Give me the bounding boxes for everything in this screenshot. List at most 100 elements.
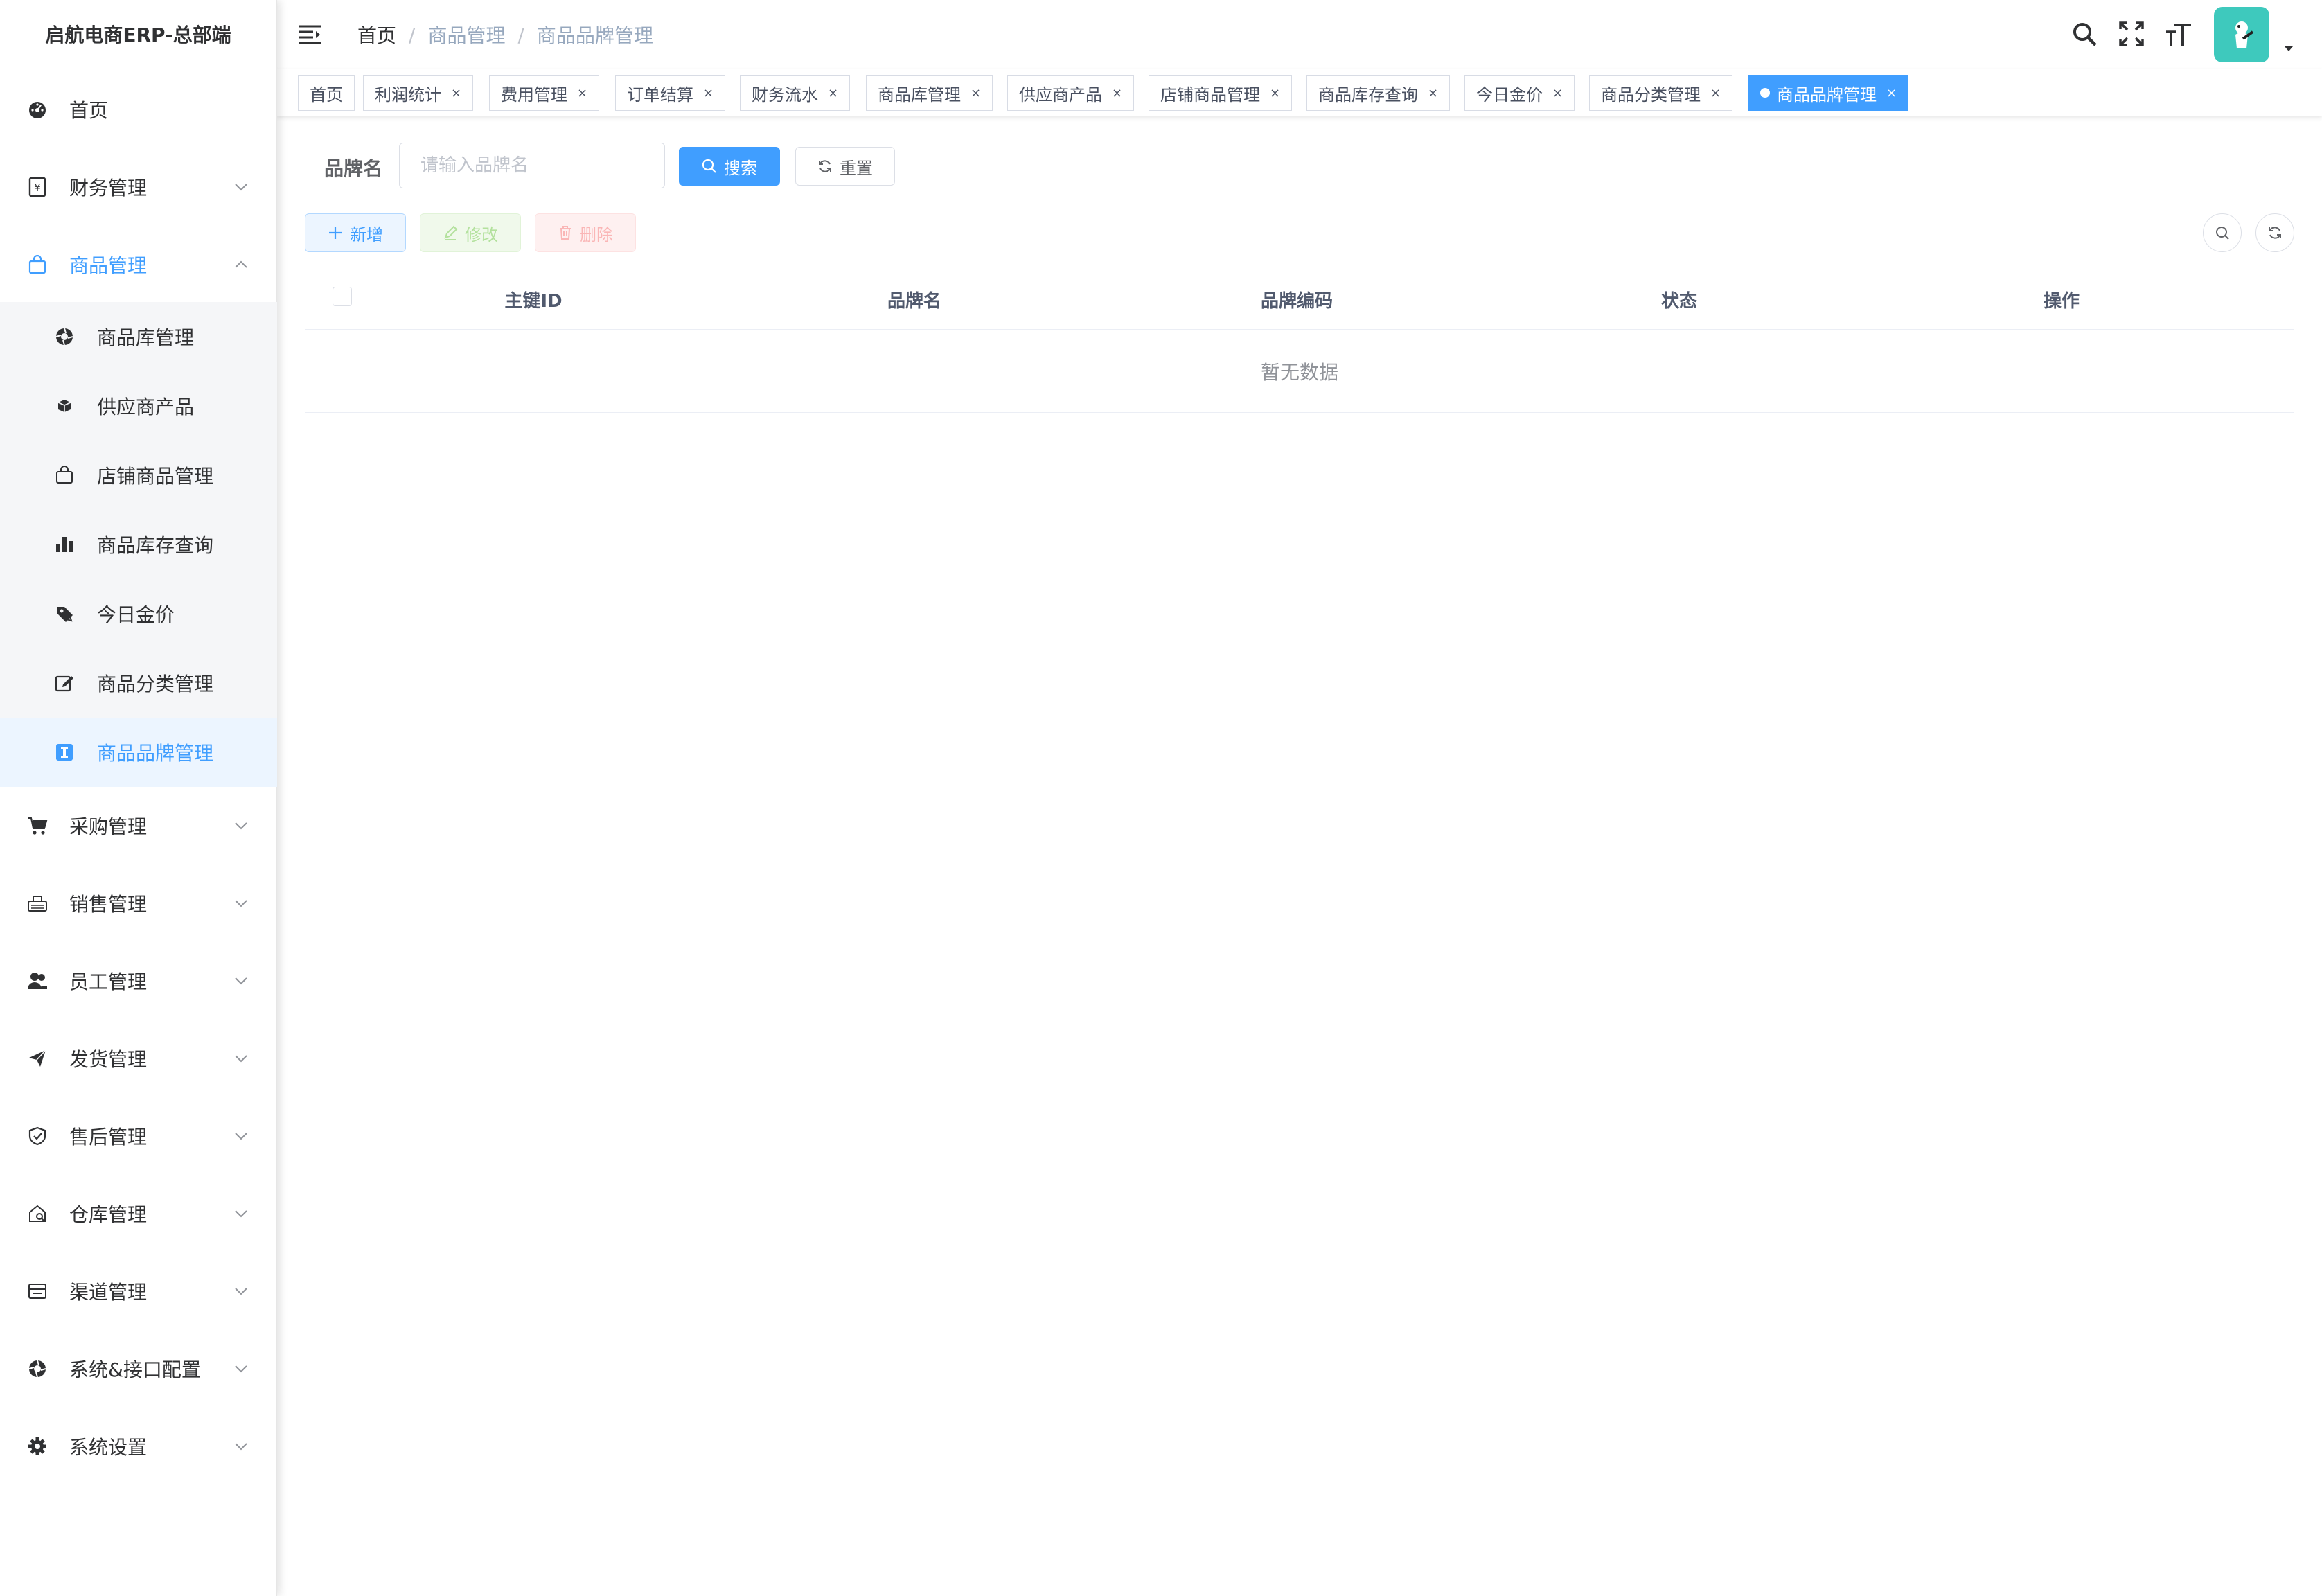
add-button[interactable]: 新增 [305, 213, 406, 252]
submenu-item-brand[interactable]: 商品品牌管理 [0, 718, 277, 787]
tag-label: 首页 [310, 85, 343, 105]
breadcrumb-home[interactable]: 首页 [357, 21, 396, 48]
close-icon[interactable]: × [1428, 86, 1438, 100]
menu-label: 商品管理 [69, 254, 148, 277]
svg-text:¥: ¥ [34, 181, 41, 194]
tag-goods-library[interactable]: 商品库管理 × [866, 75, 993, 111]
tag-label: 今日金价 [1476, 85, 1543, 105]
tag-label: 供应商产品 [1019, 85, 1102, 105]
menu-label: 员工管理 [69, 970, 148, 993]
menu-label: 渠道管理 [69, 1281, 148, 1304]
submenu-item-shop-goods[interactable]: 店铺商品管理 [0, 441, 277, 510]
menu-item-system-api[interactable]: 系统&接口配置 [0, 1330, 277, 1408]
brand-table: 主键ID 品牌名 品牌编码 状态 操作 暂无数据 [305, 269, 2294, 413]
submenu-item-stock-query[interactable]: 商品库存查询 [0, 510, 277, 579]
tag-label: 商品品牌管理 [1777, 85, 1877, 105]
tag-label: 订单结算 [627, 85, 693, 105]
dashboard-icon [26, 98, 48, 121]
close-icon[interactable]: × [703, 86, 714, 100]
tag-category[interactable]: 商品分类管理 × [1589, 75, 1733, 111]
top-navbar: 首页 / 商品管理 / 商品品牌管理 [277, 0, 2322, 69]
menu-label: 发货管理 [69, 1048, 148, 1071]
menu-item-purchase[interactable]: 采购管理 [0, 787, 277, 864]
menu-item-shipping[interactable]: 发货管理 [0, 1020, 277, 1097]
users-icon [26, 970, 48, 992]
close-icon[interactable]: × [1552, 86, 1563, 100]
menu-item-staff[interactable]: 员工管理 [0, 942, 277, 1020]
submenu-label: 商品库存查询 [97, 534, 214, 557]
edit-button[interactable]: 修改 [420, 213, 521, 252]
menu-item-goods[interactable]: 商品管理 [0, 226, 277, 303]
delete-button[interactable]: 删除 [535, 213, 636, 252]
close-icon[interactable]: × [1112, 86, 1122, 100]
column-header-status: 状态 [1660, 290, 1697, 312]
tag-label: 商品分类管理 [1601, 85, 1701, 105]
close-icon[interactable]: × [451, 86, 461, 100]
tag-expense[interactable]: 费用管理 × [489, 75, 600, 111]
menu-item-finance[interactable]: ¥ 财务管理 [0, 148, 277, 226]
edit-icon [54, 673, 75, 693]
close-icon[interactable]: × [1710, 86, 1721, 100]
chevron-down-icon [233, 973, 249, 989]
active-dot-icon [1760, 88, 1770, 98]
close-icon[interactable]: × [971, 86, 981, 100]
breadcrumb-current: 商品品牌管理 [536, 24, 653, 47]
tag-label: 财务流水 [752, 85, 818, 105]
column-header-code: 品牌编码 [1260, 290, 1333, 312]
chevron-down-icon [233, 1128, 249, 1144]
refresh-button[interactable] [2255, 213, 2294, 252]
search-icon[interactable] [2068, 18, 2100, 50]
gear-icon [26, 1435, 48, 1457]
submenu-item-category[interactable]: 商品分类管理 [0, 648, 277, 718]
search-button[interactable]: 搜索 [679, 147, 780, 186]
submenu-item-gold-price[interactable]: 今日金价 [0, 579, 277, 648]
aperture-icon [54, 326, 75, 347]
tag-shop-goods[interactable]: 店铺商品管理 × [1149, 75, 1293, 111]
chevron-down-icon [233, 1050, 249, 1067]
brand-name-label: 品牌名 [324, 157, 383, 180]
column-header-name: 品牌名 [887, 290, 941, 312]
close-icon[interactable]: × [1270, 86, 1280, 100]
tag-finance-flow[interactable]: 财务流水 × [740, 75, 851, 111]
cube-icon [54, 396, 75, 416]
menu-item-channel[interactable]: 渠道管理 [0, 1252, 277, 1330]
column-header-id: 主键ID [504, 290, 562, 312]
submenu-item-library[interactable]: 商品库管理 [0, 302, 277, 371]
fullscreen-icon[interactable] [2116, 18, 2147, 50]
font-size-icon[interactable] [2163, 18, 2195, 50]
warehouse-icon [26, 1203, 48, 1225]
submenu-label: 店铺商品管理 [97, 465, 214, 488]
menu-item-after-sales[interactable]: 售后管理 [0, 1097, 277, 1175]
refresh-icon [819, 160, 831, 172]
trash-icon [560, 226, 571, 240]
menu-label: 系统&接口配置 [69, 1358, 201, 1381]
avatar[interactable] [2214, 7, 2269, 62]
reset-button[interactable]: 重置 [795, 147, 895, 186]
hamburger-icon[interactable] [298, 22, 323, 47]
submenu-label: 商品品牌管理 [97, 742, 214, 765]
close-icon[interactable]: × [577, 86, 587, 100]
tag-supplier-products[interactable]: 供应商产品 × [1007, 75, 1135, 111]
caret-down-icon[interactable] [2282, 42, 2296, 55]
menu-item-home[interactable]: 首页 [0, 71, 277, 148]
chevron-up-icon [233, 256, 249, 273]
store-icon [26, 1280, 48, 1302]
aperture-icon [26, 1358, 48, 1380]
toggle-search-button[interactable] [2203, 213, 2242, 252]
tag-profit-stats[interactable]: 利润统计 × [363, 75, 474, 111]
menu-label: 采购管理 [69, 815, 148, 838]
menu-item-settings[interactable]: 系统设置 [0, 1408, 277, 1485]
menu-item-sales[interactable]: 销售管理 [0, 864, 277, 942]
close-icon[interactable]: × [1886, 86, 1897, 100]
tag-gold-price[interactable]: 今日金价 × [1464, 75, 1575, 111]
tag-order-settlement[interactable]: 订单结算 × [615, 75, 726, 111]
submenu-item-supplier[interactable]: 供应商产品 [0, 371, 277, 441]
chevron-down-icon [233, 1283, 249, 1300]
menu-item-warehouse[interactable]: 仓库管理 [0, 1175, 277, 1252]
brand-name-input[interactable] [399, 143, 665, 188]
close-icon[interactable]: × [828, 86, 838, 100]
tag-home[interactable]: 首页 [298, 75, 355, 111]
tag-stock-query[interactable]: 商品库存查询 × [1306, 75, 1451, 111]
select-all-checkbox[interactable] [333, 287, 352, 306]
tag-brand-active[interactable]: 商品品牌管理 × [1748, 75, 1909, 111]
